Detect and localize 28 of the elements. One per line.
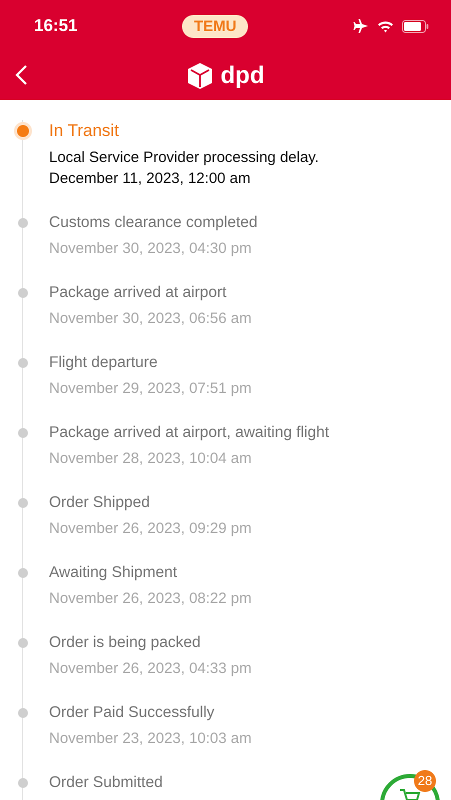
battery-icon [402, 20, 429, 32]
airplane-icon [352, 19, 369, 33]
event-date: November 29, 2023, 07:51 pm [49, 379, 253, 399]
brand-name: dpd [220, 62, 264, 90]
wifi-icon [376, 20, 394, 32]
event-date: November 23, 2023, 10:03 am [49, 729, 253, 749]
event-title: Customs clearance completed [49, 213, 258, 233]
event-description: Local Service Provider processing delay. [49, 148, 320, 168]
event-date: November 26, 2023, 08:22 pm [49, 589, 253, 609]
event-date: December 11, 2023, 12:00 am [49, 169, 252, 189]
event-title: Order is being packed [49, 633, 201, 653]
event-date: November 28, 2023, 10:04 am [49, 449, 253, 469]
event-title: Order Shipped [49, 493, 150, 513]
cart-count: 28 [414, 770, 436, 792]
event-title: In Transit [49, 120, 119, 142]
event-title: Package arrived at airport, awaiting flight [49, 423, 330, 443]
event-date: November 26, 2023, 09:29 pm [49, 519, 253, 539]
event-title: Order Submitted [49, 773, 163, 793]
event-title: Flight departure [49, 353, 158, 373]
event-date: November 26, 2023, 04:33 pm [49, 659, 253, 679]
cube-icon [186, 62, 212, 90]
event-date: November 30, 2023, 06:56 am [49, 309, 253, 329]
event-title: Package arrived at airport [49, 283, 226, 303]
app-badge: TEMU [182, 14, 248, 38]
status-time: 16:51 [34, 16, 78, 36]
event-title: Order Paid Successfully [49, 703, 214, 723]
event-title: Awaiting Shipment [49, 563, 178, 583]
event-date: November 30, 2023, 04:30 pm [49, 239, 253, 259]
